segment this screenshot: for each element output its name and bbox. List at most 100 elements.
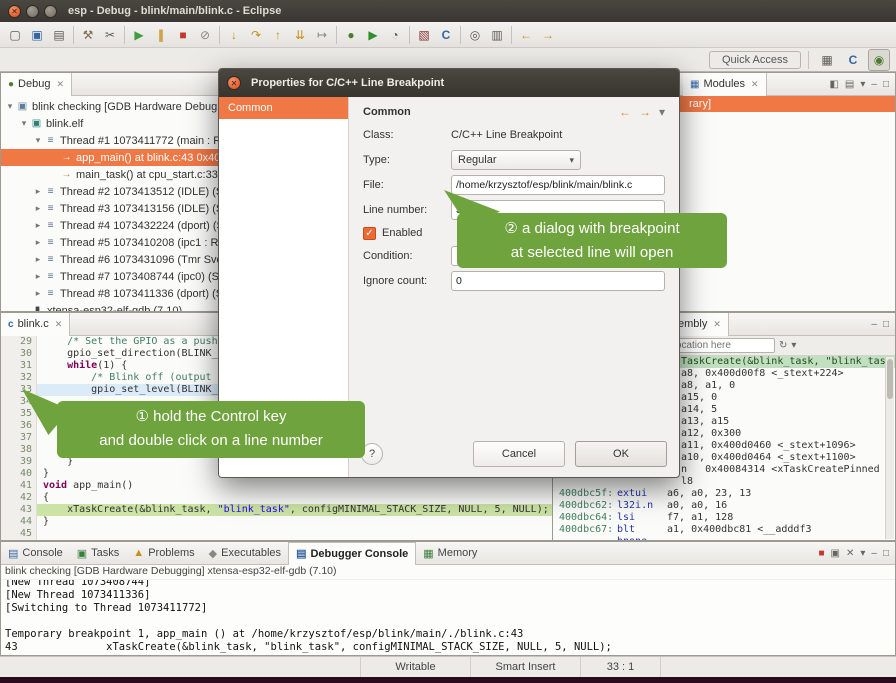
minimize-icon[interactable]: – (871, 319, 877, 330)
tab-tasks[interactable]: ▣Tasks (70, 542, 127, 565)
drop-to-frame-icon[interactable]: ⇊ (289, 24, 311, 46)
expander-icon[interactable]: ▸ (32, 186, 44, 197)
window-maximize-icon[interactable] (44, 5, 57, 18)
expander-icon[interactable]: ▸ (32, 288, 44, 299)
expander-icon[interactable]: ▾ (32, 135, 44, 146)
tab-memory[interactable]: ▦Memory (416, 542, 484, 565)
quick-access-button[interactable]: Quick Access (709, 51, 801, 69)
annotation-ruler[interactable] (1, 336, 11, 348)
search-icon[interactable]: ◎ (464, 24, 486, 46)
debug-perspective-icon[interactable]: ◉ (868, 49, 890, 71)
annotation-ruler[interactable] (1, 480, 11, 492)
line-number[interactable]: 31 (11, 360, 37, 372)
run-icon[interactable]: ▶ (362, 24, 384, 46)
step-into-icon[interactable]: ↓ (223, 24, 245, 46)
refresh-icon[interactable]: ↻ (779, 340, 787, 351)
annotation-ruler[interactable] (1, 504, 11, 516)
tab-problems[interactable]: ▲Problems (126, 542, 201, 565)
line-number[interactable]: 36 (11, 420, 37, 432)
columns-icon[interactable]: ▤ (845, 79, 854, 90)
view-menu-icon[interactable]: ▾ (791, 340, 796, 351)
scrollbar[interactable] (885, 357, 894, 539)
minimize-icon[interactable]: – (871, 548, 877, 559)
window-close-icon[interactable]: ✕ (8, 5, 21, 18)
expander-icon[interactable]: ▸ (32, 220, 44, 231)
expander-icon[interactable]: ▾ (4, 101, 16, 112)
maximize-icon[interactable]: □ (883, 319, 889, 330)
terminate-icon[interactable]: ■ (172, 24, 194, 46)
back-icon[interactable]: ← (515, 24, 537, 46)
minimize-icon[interactable]: – (871, 79, 877, 90)
remove-console-icon[interactable]: ✕ (846, 548, 854, 559)
line-number[interactable]: 40 (11, 468, 37, 480)
console-menu-icon[interactable]: ▾ (860, 548, 865, 559)
type-dropdown[interactable]: Regular ▾ (451, 150, 581, 170)
annotation-ruler[interactable] (1, 468, 11, 480)
forward-icon[interactable]: → (639, 105, 651, 119)
line-number[interactable]: 37 (11, 432, 37, 444)
tab-console[interactable]: ▤Console (1, 542, 70, 565)
step-return-icon[interactable]: ↑ (267, 24, 289, 46)
collapse-all-icon[interactable]: ◧ (829, 79, 838, 90)
annotation-ruler[interactable] (1, 348, 11, 360)
annotation-ruler[interactable] (1, 384, 11, 396)
disconnect-icon[interactable]: ⊘ (194, 24, 216, 46)
line-number[interactable]: 32 (11, 372, 37, 384)
ok-button[interactable]: OK (575, 441, 667, 467)
annotation-ruler[interactable] (1, 396, 11, 408)
dialog-close-icon[interactable]: ✕ (227, 76, 241, 90)
console-output[interactable]: [New Thread 1073408744] [New Thread 1073… (1, 580, 895, 655)
annotation-ruler[interactable] (1, 444, 11, 456)
instruction-stepping-icon[interactable]: ↦ (311, 24, 333, 46)
expander-icon[interactable]: ▸ (32, 237, 44, 248)
line-number[interactable]: 35 (11, 408, 37, 420)
suspend-icon[interactable]: ∥ (150, 24, 172, 46)
annotation-ruler[interactable] (1, 408, 11, 420)
save-icon[interactable]: ▣ (26, 24, 48, 46)
line-number[interactable]: 30 (11, 348, 37, 360)
view-menu-icon[interactable]: ▾ (860, 79, 865, 90)
window-minimize-icon[interactable] (26, 5, 39, 18)
annotation-ruler[interactable] (1, 360, 11, 372)
line-number[interactable]: 29 (11, 336, 37, 348)
tab-debugger-console[interactable]: ▤Debugger Console (288, 542, 416, 565)
back-icon[interactable]: ← (619, 105, 631, 119)
annotation-ruler[interactable] (1, 372, 11, 384)
expander-icon[interactable]: ▾ (18, 118, 30, 129)
line-number[interactable]: 42 (11, 492, 37, 504)
coverage-icon[interactable]: ▧ (413, 24, 435, 46)
ignore-count-field[interactable] (451, 271, 665, 291)
tab-close-icon[interactable]: ✕ (56, 79, 64, 90)
line-number[interactable]: 43 (11, 504, 37, 516)
line-number[interactable]: 44 (11, 516, 37, 528)
build-icon[interactable]: ⚒ (77, 24, 99, 46)
tab-close-icon[interactable]: ✕ (55, 319, 63, 330)
cpp-perspective-icon[interactable]: C (842, 49, 864, 71)
tab-modules[interactable]: ▦ Modules ✕ (683, 73, 767, 96)
maximize-icon[interactable]: □ (883, 548, 889, 559)
profile-icon[interactable]: ◔ (384, 24, 406, 46)
open-perspective-icon[interactable]: ▦ (816, 49, 838, 71)
line-number[interactable]: 39 (11, 456, 37, 468)
enabled-checkbox[interactable]: ✓ (363, 227, 376, 240)
new-wizard-icon[interactable]: ▢ (4, 24, 26, 46)
line-number[interactable]: 45 (11, 528, 37, 540)
cut-icon[interactable]: ✂ (99, 24, 121, 46)
scrollbar-thumb[interactable] (887, 359, 893, 399)
maximize-icon[interactable]: □ (883, 79, 889, 90)
view-menu-icon[interactable]: ▾ (659, 105, 665, 119)
step-over-icon[interactable]: ↷ (245, 24, 267, 46)
annotations-icon[interactable]: ▥ (486, 24, 508, 46)
annotation-ruler[interactable] (1, 420, 11, 432)
tab-close-icon[interactable]: ✕ (751, 79, 759, 90)
annotation-ruler[interactable] (1, 492, 11, 504)
annotation-ruler[interactable] (1, 528, 11, 540)
tab-close-icon[interactable]: ✕ (713, 319, 721, 330)
forward-icon[interactable]: → (537, 24, 559, 46)
line-number[interactable]: 41 (11, 480, 37, 492)
tab-executables[interactable]: ◆Executables (202, 542, 288, 565)
dialog-titlebar[interactable]: ✕ Properties for C/C++ Line Breakpoint (219, 69, 679, 97)
terminate-console-icon[interactable]: ■ (818, 548, 824, 559)
cancel-button[interactable]: Cancel (473, 441, 565, 467)
debug-icon[interactable]: ● (340, 24, 362, 46)
